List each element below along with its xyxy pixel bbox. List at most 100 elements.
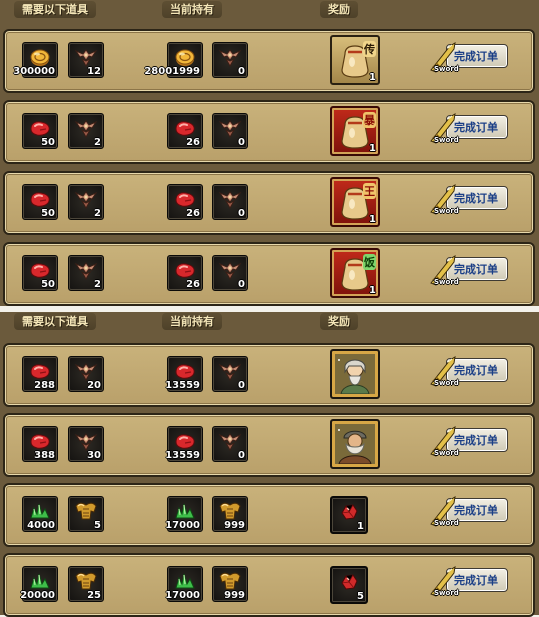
- complete-order-label: 完成订单: [454, 364, 498, 377]
- held-item-count: 13559: [165, 380, 200, 391]
- column-header: 需要以下道具 当前持有 奖励: [0, 312, 539, 334]
- held-item-count: 0: [238, 380, 245, 391]
- order-row: 288 20 13559 0 完成订单 Sword: [3, 343, 535, 407]
- complete-order-label: 完成订单: [454, 121, 498, 134]
- required-item-count: 12: [87, 66, 101, 77]
- required-item-count: 30: [87, 450, 101, 461]
- sword-label: Sword: [434, 449, 459, 457]
- required-item-slot[interactable]: 20: [68, 356, 104, 392]
- held-item-count: 17000: [165, 590, 200, 601]
- held-item-count: 0: [238, 66, 245, 77]
- header-current-holdings: 当前持有: [162, 313, 222, 330]
- complete-order-button[interactable]: 完成订单 Sword: [428, 40, 508, 76]
- required-item-slot[interactable]: 50: [22, 184, 58, 220]
- sword-label: Sword: [434, 136, 459, 144]
- held-item-slot[interactable]: 0: [212, 184, 248, 220]
- required-item-count: 50: [41, 279, 55, 290]
- required-item-slot[interactable]: 30: [68, 426, 104, 462]
- held-item-slot[interactable]: 999: [212, 566, 248, 602]
- dwarf-portrait-icon: [335, 424, 375, 468]
- held-item-slot[interactable]: 0: [212, 255, 248, 291]
- complete-order-button[interactable]: 完成订单 Sword: [428, 182, 508, 218]
- sword-label: Sword: [434, 207, 459, 215]
- reward-count: 1: [369, 143, 376, 154]
- required-item-count: 388: [34, 450, 55, 461]
- held-item-slot[interactable]: 999: [212, 496, 248, 532]
- held-item-count: 26: [186, 208, 200, 219]
- required-item-slot[interactable]: 5: [68, 496, 104, 532]
- reward-count: 1: [369, 72, 376, 83]
- complete-order-button[interactable]: 完成订单 Sword: [428, 253, 508, 289]
- reward-count: 1: [369, 214, 376, 225]
- required-item-count: 20: [87, 380, 101, 391]
- required-item-slot[interactable]: 20000: [20, 566, 58, 602]
- order-row: 300000 12 28001999 0 传 1 完成订单 Sword: [3, 29, 535, 93]
- held-item-slot[interactable]: 0: [212, 113, 248, 149]
- header-reward: 奖励: [320, 1, 358, 18]
- reward-slot[interactable]: 王1: [330, 177, 380, 227]
- required-item-count: 50: [41, 208, 55, 219]
- required-item-slot[interactable]: 288: [22, 356, 58, 392]
- header-current-holdings: 当前持有: [162, 1, 222, 18]
- held-item-slot[interactable]: 17000: [165, 496, 203, 532]
- required-item-slot[interactable]: 25: [68, 566, 104, 602]
- sword-label: Sword: [434, 519, 459, 527]
- sword-label: Sword: [434, 278, 459, 286]
- reward-slot[interactable]: 1: [330, 496, 368, 534]
- complete-order-button[interactable]: 完成订单 Sword: [428, 111, 508, 147]
- held-item-slot[interactable]: 13559: [165, 356, 203, 392]
- sword-label: Sword: [434, 65, 459, 73]
- held-item-count: 28001999: [144, 66, 200, 77]
- sword-label: Sword: [434, 589, 459, 597]
- held-item-count: 17000: [165, 520, 200, 531]
- column-header: 需要以下道具 当前持有 奖励: [0, 0, 539, 22]
- required-item-count: 50: [41, 137, 55, 148]
- required-item-count: 2: [94, 208, 101, 219]
- required-item-slot[interactable]: 300000: [13, 42, 58, 78]
- held-item-slot[interactable]: 0: [212, 42, 248, 78]
- required-item-slot[interactable]: 2: [68, 113, 104, 149]
- reward-slot[interactable]: 暴1: [330, 106, 380, 156]
- required-item-count: 2: [94, 279, 101, 290]
- order-row: 50 2 26 0 饭 1 完成订单 Sword: [3, 242, 535, 306]
- held-item-slot[interactable]: 26: [167, 184, 203, 220]
- complete-order-button[interactable]: 完成订单 Sword: [428, 564, 508, 600]
- required-item-slot[interactable]: 50: [22, 255, 58, 291]
- held-item-slot[interactable]: 13559: [165, 426, 203, 462]
- required-item-slot[interactable]: 4000: [22, 496, 58, 532]
- reward-slot[interactable]: 饭1: [330, 248, 380, 298]
- held-item-count: 999: [224, 590, 245, 601]
- order-row: 20000 25 17000 999 5 完成订单 Sword: [3, 553, 535, 617]
- complete-order-label: 完成订单: [454, 574, 498, 587]
- reward-slot[interactable]: [330, 349, 380, 399]
- required-item-slot[interactable]: 2: [68, 184, 104, 220]
- reward-slot[interactable]: 5: [330, 566, 368, 604]
- held-item-count: 13559: [165, 450, 200, 461]
- held-item-count: 26: [186, 137, 200, 148]
- complete-order-button[interactable]: 完成订单 Sword: [428, 494, 508, 530]
- reward-slot[interactable]: 传1: [330, 35, 380, 85]
- required-item-count: 25: [87, 590, 101, 601]
- held-item-slot[interactable]: 26: [167, 255, 203, 291]
- complete-order-button[interactable]: 完成订单 Sword: [428, 354, 508, 390]
- required-item-slot[interactable]: 2: [68, 255, 104, 291]
- order-row: 50 2 26 0 暴 1 完成订单 Sword: [3, 100, 535, 164]
- required-item-slot[interactable]: 12: [68, 42, 104, 78]
- held-item-slot[interactable]: 0: [212, 426, 248, 462]
- reward-count: 1: [369, 285, 376, 296]
- held-item-slot[interactable]: 26: [167, 113, 203, 149]
- reward-tag: 王: [363, 183, 376, 199]
- held-item-slot[interactable]: 28001999: [144, 42, 203, 78]
- complete-order-label: 完成订单: [454, 263, 498, 276]
- reward-tag: 传: [363, 41, 376, 57]
- complete-order-label: 完成订单: [454, 504, 498, 517]
- required-item-slot[interactable]: 388: [22, 426, 58, 462]
- complete-order-button[interactable]: 完成订单 Sword: [428, 424, 508, 460]
- reward-tag: 饭: [363, 254, 376, 270]
- held-item-slot[interactable]: 17000: [165, 566, 203, 602]
- required-item-count: 20000: [20, 590, 55, 601]
- required-item-slot[interactable]: 50: [22, 113, 58, 149]
- held-item-slot[interactable]: 0: [212, 356, 248, 392]
- held-item-count: 999: [224, 520, 245, 531]
- reward-slot[interactable]: [330, 419, 380, 469]
